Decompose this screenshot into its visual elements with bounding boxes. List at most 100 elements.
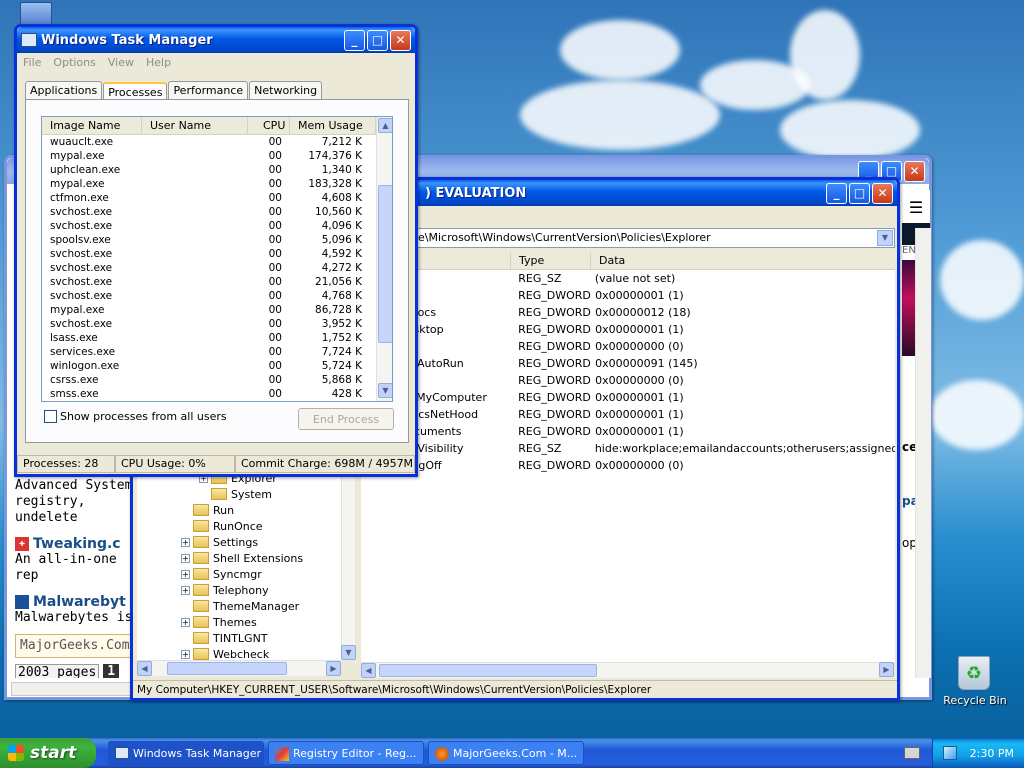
scroll-up-button[interactable]: ▲ [378, 118, 392, 133]
tree-scroll-down[interactable]: ▼ [341, 645, 356, 660]
address-dropdown-button[interactable]: ▼ [877, 230, 893, 246]
expand-icon[interactable]: + [181, 649, 190, 659]
registry-tree-node[interactable]: + Settings [137, 534, 355, 550]
expand-icon[interactable]: + [181, 537, 190, 547]
process-row[interactable]: svchost.exe 00 4,272 K [42, 261, 392, 275]
process-row[interactable]: svchost.exe 00 4,592 K [42, 247, 392, 261]
process-row[interactable]: svchost.exe 00 21,056 K [42, 275, 392, 289]
process-row[interactable]: spoolsv.exe 00 5,096 K [42, 233, 392, 247]
process-cpu: 00 [268, 220, 282, 232]
task-manager-titlebar[interactable]: Windows Task Manager _ □ ✕ [17, 27, 415, 53]
registry-value-row[interactable]: eREG_DWORD0x00000000 (0) [361, 338, 895, 355]
registry-value-row[interactable]: eTypeAutoRun REG_DWORD 0x00000091 (145) [361, 355, 895, 372]
expand-icon[interactable]: + [181, 585, 190, 595]
tab-performance[interactable]: Performance [168, 81, 249, 100]
registry-tree-node[interactable]: + Shell Extensions [137, 550, 355, 566]
maximize-button[interactable]: □ [849, 182, 870, 204]
expand-icon[interactable]: + [181, 553, 190, 563]
scroll-thumb[interactable] [378, 185, 392, 343]
end-process-button[interactable]: End Process [298, 408, 394, 430]
tab-applications[interactable]: Applications [25, 81, 103, 100]
registry-value-row[interactable]: edDocuments REG_DWORD 0x00000001 (1) [361, 423, 895, 440]
close-button[interactable]: ✕ [872, 182, 893, 204]
column-image-name[interactable]: Image Name [42, 117, 142, 134]
browser-vscrollbar[interactable] [915, 228, 931, 678]
minimize-button[interactable]: _ [344, 29, 365, 51]
menu-icon[interactable]: ☰ [902, 198, 930, 217]
menu-help[interactable]: Help [146, 56, 171, 70]
process-row[interactable]: mypal.exe 00 86,728 K [42, 303, 392, 317]
values-scroll-right[interactable]: ▶ [879, 662, 894, 677]
registry-tree-node[interactable]: + Syncmgr [137, 566, 355, 582]
registry-value-row[interactable]: sPageVisibility REG_SZ hide:workplace;emai… [361, 440, 895, 457]
registry-tree-node[interactable]: TINTLGNT [137, 630, 355, 646]
registry-value-row[interactable]: ertiesMyComputer REG_DWORD 0x00000001 (1) [361, 389, 895, 406]
menu-file[interactable]: File [23, 56, 41, 70]
tree-vscrollbar[interactable] [341, 470, 355, 646]
taskbar-item-browser[interactable]: MajorGeeks.Com - M... [428, 741, 584, 765]
registry-tree-node[interactable]: System [137, 486, 355, 502]
maximize-button[interactable]: □ [367, 29, 388, 51]
keyboard-icon[interactable] [904, 747, 920, 759]
values-hscrollbar[interactable]: ◀ [361, 662, 879, 678]
registry-value-row[interactable]: entDocsNetHood REG_DWORD 0x00000001 (1) [361, 406, 895, 423]
process-row[interactable]: uphclean.exe 00 1,340 K [42, 163, 392, 177]
process-mem: 174,376 K [308, 150, 362, 162]
close-button[interactable]: ✕ [904, 160, 925, 182]
expand-icon[interactable]: + [181, 617, 190, 627]
show-all-checkbox[interactable] [44, 410, 57, 423]
search-box[interactable]: MajorGeeks.Com [15, 634, 140, 658]
process-row[interactable]: svchost.exe 00 4,096 K [42, 219, 392, 233]
tab-networking[interactable]: Networking [249, 81, 323, 100]
scroll-down-button[interactable]: ▼ [378, 383, 392, 398]
clock[interactable]: 2:30 PM [970, 747, 1014, 760]
registry-value-row[interactable]: t)REG_SZ(value not set) [361, 270, 895, 287]
registry-value-row[interactable]: vCplREG_DWORD0x00000001 (1) [361, 287, 895, 304]
tree-hscrollbar[interactable]: ◀ ▶ [137, 660, 341, 676]
browser-hscrollbar[interactable] [11, 682, 133, 696]
close-button[interactable]: ✕ [390, 29, 411, 51]
registry-tree-node[interactable]: + Webcheck [137, 646, 355, 660]
registry-tree-node[interactable]: RunOnce [137, 518, 355, 534]
process-row[interactable]: mypal.exe 00 174,376 K [42, 149, 392, 163]
process-row[interactable]: smss.exe 00 428 K [42, 387, 392, 401]
menu-view[interactable]: View [108, 56, 134, 70]
registry-tree-node[interactable]: + Telephony [137, 582, 355, 598]
column-user-name[interactable]: User Name [142, 117, 248, 134]
registry-tree-node[interactable]: Run [137, 502, 355, 518]
process-row[interactable]: ctfmon.exe 00 4,608 K [42, 191, 392, 205]
process-row[interactable]: svchost.exe 00 3,952 K [42, 317, 392, 331]
registry-value-row[interactable]: ffREG_DWORD0x00000000 (0) [361, 372, 895, 389]
process-row[interactable]: services.exe 00 7,724 K [42, 345, 392, 359]
process-list-vscrollbar[interactable]: ▲ ▼ [376, 117, 392, 401]
process-row[interactable]: winlogon.exe 00 5,724 K [42, 359, 392, 373]
network-icon[interactable] [943, 746, 957, 760]
column-data-header[interactable]: Data [591, 252, 895, 269]
minimize-button[interactable]: _ [826, 182, 847, 204]
registry-statusbar: My Computer\HKEY_CURRENT_USER\Software\M… [133, 680, 897, 698]
column-mem-usage[interactable]: Mem Usage [290, 117, 376, 134]
process-row[interactable]: lsass.exe 00 1,752 K [42, 331, 392, 345]
registry-value-row[interactable]: veDesktopREG_DWORD0x00000001 (1) [361, 321, 895, 338]
recycle-bin-icon[interactable]: ♻ [958, 656, 990, 690]
process-row[interactable]: csrss.exe 00 5,868 K [42, 373, 392, 387]
taskbar-item-registry-editor[interactable]: Registry Editor - Reg... [268, 741, 424, 765]
process-row[interactable]: wuauclt.exe 00 7,212 K [42, 135, 392, 149]
start-button[interactable]: start [0, 738, 96, 768]
browser-item-title[interactable]: Tweaking.c [33, 536, 121, 552]
column-type-header[interactable]: Type [511, 252, 591, 269]
process-row[interactable]: svchost.exe 00 10,560 K [42, 205, 392, 219]
browser-item-title[interactable]: Malwarebyt [33, 594, 126, 610]
process-row[interactable]: svchost.exe 00 4,768 K [42, 289, 392, 303]
registry-tree-node[interactable]: + Themes [137, 614, 355, 630]
column-cpu[interactable]: CPU [248, 117, 290, 134]
taskbar-item-task-manager[interactable]: Windows Task Manager [108, 741, 264, 765]
process-name: wuauclt.exe [50, 136, 114, 148]
expand-icon[interactable]: + [181, 569, 190, 579]
page-1-button[interactable]: 1 [103, 664, 120, 678]
menu-options[interactable]: Options [53, 56, 95, 70]
registry-value-row[interactable]: enuLogOffREG_DWORD0x00000000 (0) [361, 457, 895, 474]
registry-tree-node[interactable]: ThemeManager [137, 598, 355, 614]
process-row[interactable]: mypal.exe 00 183,328 K [42, 177, 392, 191]
registry-value-row[interactable]: centDocsREG_DWORD0x00000012 (18) [361, 304, 895, 321]
